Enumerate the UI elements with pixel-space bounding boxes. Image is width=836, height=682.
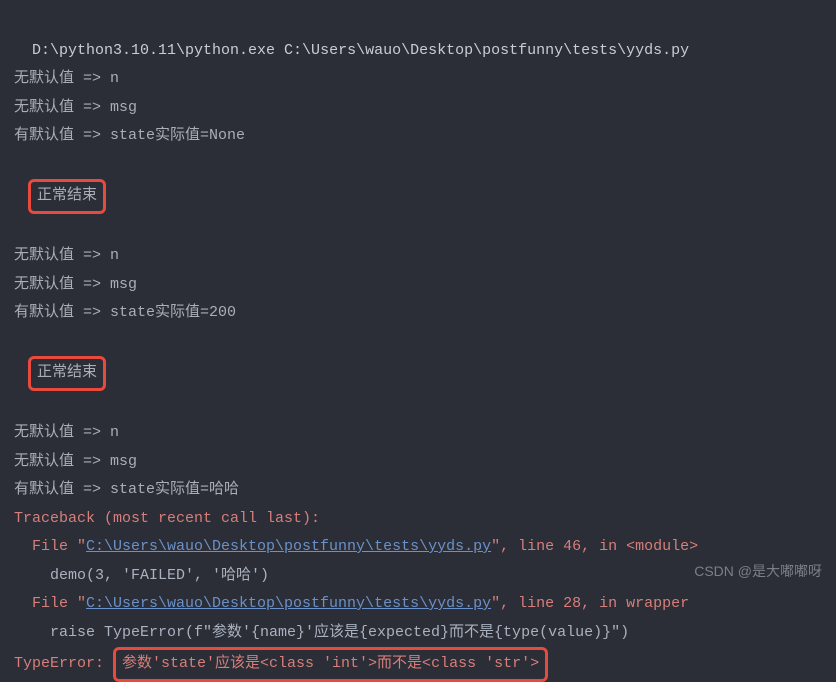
traceback-file-line: File "C:\Users\wauo\Desktop\postfunny\te… [0, 590, 836, 619]
traceback-file-line: File "C:\Users\wauo\Desktop\postfunny\te… [0, 533, 836, 562]
highlight-box: 正常结束 [0, 328, 836, 391]
error-type: TypeError: [14, 655, 113, 672]
command-line: D:\python3.10.11\python.exe C:\Users\wau… [0, 8, 836, 65]
output-line: 有默认值 => state实际值=哈哈 [0, 476, 836, 505]
error-message-box: 参数'state'应该是<class 'int'>而不是<class 'str'… [113, 647, 548, 682]
output-line: 无默认值 => msg [0, 271, 836, 300]
output-line: 无默认值 => msg [0, 448, 836, 477]
result-box: 正常结束 [28, 179, 106, 214]
file-prefix: File " [14, 538, 86, 555]
output-line: 无默认值 => msg [0, 94, 836, 123]
blank-line [0, 214, 836, 243]
file-suffix: ", line 46, in <module> [491, 538, 698, 555]
result-box: 正常结束 [28, 356, 106, 391]
output-line: 有默认值 => state实际值=None [0, 122, 836, 151]
file-prefix: File " [14, 595, 86, 612]
file-suffix: ", line 28, in wrapper [491, 595, 689, 612]
output-line: 无默认值 => n [0, 242, 836, 271]
output-line: 无默认值 => n [0, 65, 836, 94]
blank-line [0, 391, 836, 420]
watermark: CSDN @是大嘟嘟呀 [694, 558, 822, 585]
output-line: 有默认值 => state实际值=200 [0, 299, 836, 328]
output-line: 无默认值 => n [0, 419, 836, 448]
traceback-code: raise TypeError(f"参数'{name}'应该是{expected… [0, 619, 836, 648]
error-line: TypeError: 参数'state'应该是<class 'int'>而不是<… [0, 647, 836, 682]
traceback-header: Traceback (most recent call last): [0, 505, 836, 534]
command-text: D:\python3.10.11\python.exe C:\Users\wau… [32, 42, 689, 59]
file-path-link[interactable]: C:\Users\wauo\Desktop\postfunny\tests\yy… [86, 595, 491, 612]
file-path-link[interactable]: C:\Users\wauo\Desktop\postfunny\tests\yy… [86, 538, 491, 555]
highlight-box: 正常结束 [0, 151, 836, 214]
